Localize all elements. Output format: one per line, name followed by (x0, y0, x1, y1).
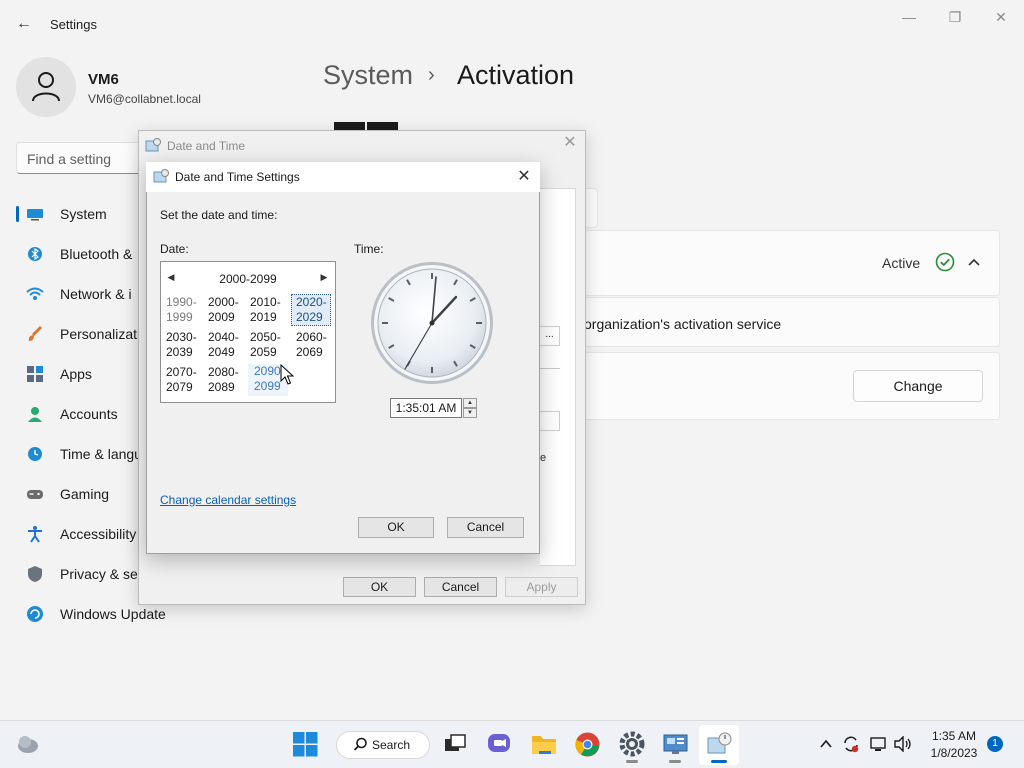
brush-icon (28, 325, 43, 341)
monitor-icon (27, 209, 43, 221)
task-view-icon[interactable] (443, 733, 467, 755)
decade-cell[interactable]: 2040- 2049 (208, 330, 248, 362)
settings-cancel-button[interactable]: Cancel (447, 517, 524, 538)
time-input[interactable]: 1:35:01 AM (390, 398, 462, 418)
apps-icon (27, 366, 43, 382)
check-circle-icon (935, 252, 955, 272)
change-product-key-button[interactable]: Change (853, 370, 983, 402)
decade-cell-selected[interactable]: 2020- 2029 (291, 294, 331, 326)
account-icon (28, 407, 42, 422)
breadcrumb-parent[interactable]: System (323, 60, 413, 91)
active-indicator (16, 206, 19, 222)
window-title: Settings (50, 17, 97, 32)
date-time-settings-app-icon (153, 169, 169, 183)
date-time-settings-close-icon[interactable]: ✕ (514, 167, 534, 187)
start-icon[interactable] (293, 732, 318, 757)
accessibility-icon (28, 526, 42, 543)
breadcrumb-separator: › (428, 64, 435, 86)
mouse-cursor-icon (280, 364, 294, 385)
date-time-apply-button: Apply (505, 577, 578, 597)
time-spin-up-icon[interactable]: ▲ (463, 398, 477, 408)
title-bar (0, 0, 1024, 48)
decade-cell[interactable]: 2010- 2019 (250, 295, 290, 327)
decade-cell[interactable]: 2080- 2089 (208, 365, 248, 397)
search-placeholder: Find a setting (27, 151, 112, 167)
chevron-up-icon[interactable] (966, 255, 982, 269)
date-time-cancel-button[interactable]: Cancel (424, 577, 497, 597)
bluetooth-icon (28, 247, 42, 261)
analog-clock (371, 262, 493, 384)
dialog-field[interactable] (540, 411, 560, 431)
dialog-partial-text: e (540, 452, 547, 464)
close-icon[interactable]: ✕ (986, 8, 1016, 26)
decade-cell[interactable]: 2060- 2069 (292, 330, 332, 362)
weather-icon[interactable] (16, 733, 40, 755)
taskbar-clock-time[interactable]: 1:35 AM (922, 729, 986, 743)
volume-icon[interactable] (893, 736, 913, 752)
time-label: Time: (354, 242, 384, 256)
tray-chevron-up-icon[interactable] (819, 738, 833, 750)
chrome-icon[interactable] (575, 732, 600, 757)
search-input[interactable]: Find a setting (16, 142, 144, 174)
clock-globe-icon (28, 447, 42, 461)
notification-badge[interactable]: 1 (987, 736, 1003, 752)
restore-icon[interactable]: ❐ (940, 8, 970, 26)
activation-description: organization's activation service (584, 316, 782, 332)
date-time-dialog-title: Date and Time (167, 139, 246, 153)
running-indicator (626, 760, 638, 763)
status-badge: Active (882, 255, 921, 271)
running-indicator (669, 760, 681, 763)
person-icon (32, 72, 60, 102)
gamepad-icon (27, 490, 43, 499)
update-icon (27, 606, 43, 622)
chat-icon[interactable] (487, 732, 512, 756)
decade-cell[interactable]: 2000- 2009 (208, 295, 248, 327)
settings-ok-button[interactable]: OK (358, 517, 434, 538)
active-app-indicator (711, 760, 727, 763)
decade-cell[interactable]: 2050- 2059 (250, 330, 290, 362)
sync-icon[interactable] (842, 735, 860, 753)
dialog-tab-page (540, 188, 576, 566)
date-time-ok-button[interactable]: OK (343, 577, 416, 597)
network-icon[interactable] (870, 736, 888, 752)
back-arrow-icon[interactable]: ← (14, 14, 34, 34)
change-time-zone-button[interactable]: ... (540, 326, 560, 346)
panel-fragment (584, 188, 598, 228)
decade-cell[interactable]: 2070- 2079 (166, 365, 206, 397)
page-title: Activation (457, 60, 575, 90)
change-calendar-settings-link[interactable]: Change calendar settings (160, 493, 296, 507)
taskbar-search-label: Search (372, 738, 411, 752)
user-name: VM6 (88, 71, 119, 88)
taskbar-clock-date[interactable]: 1/8/2023 (922, 746, 986, 760)
user-email: VM6@collabnet.local (88, 92, 201, 106)
time-spin-down-icon[interactable]: ▼ (463, 408, 477, 418)
shield-icon (28, 566, 42, 582)
decade-cell[interactable]: 1990- 1999 (166, 295, 206, 327)
control-panel-icon[interactable] (663, 733, 688, 756)
divider (540, 368, 560, 369)
decade-cell[interactable]: 2030- 2039 (166, 330, 206, 362)
instruction-label: Set the date and time: (160, 208, 278, 222)
minimize-icon[interactable]: — (894, 8, 924, 26)
wifi-icon (26, 287, 44, 300)
date-time-dialog-close-icon[interactable]: ✕ (562, 135, 578, 151)
date-time-taskbar-icon[interactable] (707, 732, 732, 755)
avatar[interactable] (16, 57, 76, 117)
calendar-range-header[interactable]: 2000-2099 (160, 272, 336, 286)
search-icon (353, 737, 367, 751)
settings-gear-icon[interactable] (619, 731, 645, 757)
date-time-app-icon (145, 138, 161, 152)
calendar-next-arrow-icon[interactable]: ▶ (319, 270, 329, 284)
file-explorer-icon[interactable] (531, 732, 557, 756)
date-time-settings-title: Date and Time Settings (175, 170, 300, 184)
date-label: Date: (160, 242, 189, 256)
